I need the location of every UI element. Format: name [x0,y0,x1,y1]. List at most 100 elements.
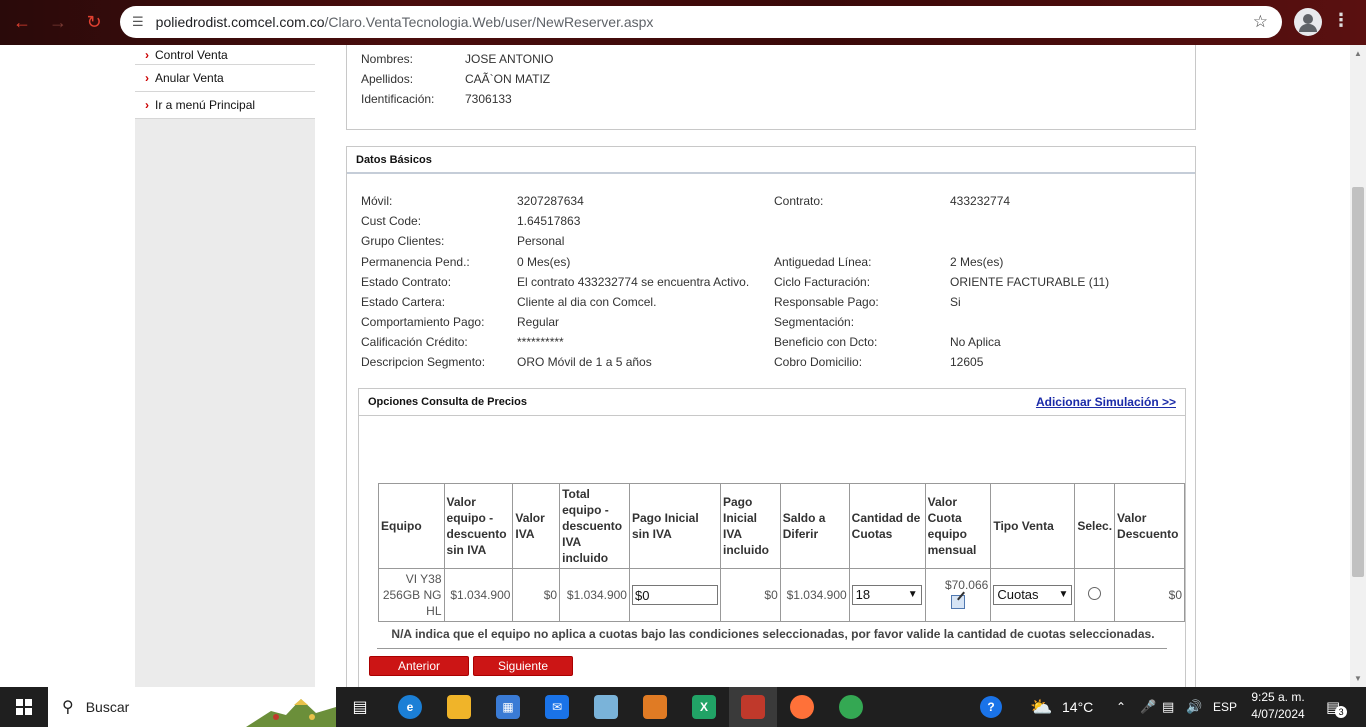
page-scrollbar[interactable]: ▲ ▼ [1350,45,1366,687]
language-indicator[interactable]: ESP [1213,687,1237,727]
notes-app-icon[interactable] [594,695,618,719]
basic-field-label: Grupo Clientes: [361,234,445,248]
network-icon[interactable]: ▤ [1162,687,1174,727]
url-host: poliedrodist.comcel.com.co [155,14,325,30]
file-explorer-icon[interactable] [447,695,471,719]
edge-browser-icon[interactable]: e [398,695,422,719]
app-orange-icon[interactable] [643,695,667,719]
cell-valor-cuota: $70.066 [924,568,992,622]
address-bar[interactable]: ☰ poliedrodist.comcel.com.co/Claro.Venta… [120,6,1282,38]
basic-field-value: 1.64517863 [517,214,581,228]
price-table: Equipo Valor equipo - descuento sin IVA … [378,483,1185,622]
basic-field-value: 3207287634 [517,194,584,208]
search-icon: ⚲ [62,699,74,716]
basic-field-value: 2 Mes(es) [950,255,1004,269]
col-header-valor-cuota: Valor Cuota equipo mensual [924,483,992,569]
task-view-icon[interactable]: ▤ [348,695,372,719]
sidebar-item-label: Control Venta [155,47,228,62]
col-header-valor-iva: Valor IVA [512,483,561,569]
chevron-right-icon: › [145,71,149,85]
basic-field-label: Descripcion Segmento: [361,355,486,369]
system-clock[interactable]: 9:25 a. m. 4/07/2024 [1240,689,1316,723]
basic-field-value: ORO Móvil de 1 a 5 años [517,355,652,369]
select-radio[interactable] [1088,586,1102,600]
help-icon[interactable]: ? [980,687,1002,727]
apellidos-value: CAÃ`ON MATIZ [465,72,551,86]
basic-field-value: Regular [517,315,560,329]
tipo-venta-select[interactable]: Cuotas ▼ [993,585,1073,605]
sidebar-item-anular-venta[interactable]: › Anular Venta [135,65,315,92]
chevron-down-icon: ▼ [907,589,918,600]
price-options-panel: Opciones Consulta de Precios Adicionar S… [358,388,1186,687]
basic-field-label: Comportamiento Pago: [361,315,485,329]
sidebar: › Control Venta › Anular Venta › Ir a me… [135,45,315,687]
cell-tipo-venta: Cuotas ▼ [990,568,1076,622]
weather-temp[interactable]: 14°C [1062,687,1093,727]
basic-field-value: 0 Mes(es) [517,255,571,269]
tray-expand-icon[interactable]: ⌃ [1116,687,1126,727]
scroll-up-arrow-icon[interactable]: ▲ [1354,49,1362,58]
basic-data-title: Datos Básicos [347,147,1195,174]
basic-field-label: Estado Contrato: [361,275,452,289]
page-viewport: › Control Venta › Anular Venta › Ir a me… [0,45,1366,687]
profile-avatar-icon[interactable] [1294,8,1322,36]
mail-icon[interactable]: ✉ [545,695,569,719]
siguiente-button[interactable]: Siguiente [473,656,573,676]
col-header-tipo-venta: Tipo Venta [990,483,1076,569]
col-header-cantidad-cuotas: Cantidad de Cuotas [848,483,926,569]
cell-pago-inicial-iva: $0 [719,568,781,622]
pago-inicial-input[interactable] [631,585,718,605]
col-header-total-equipo: Total equipo - descuento IVA incluido [559,483,630,569]
basic-field-value: 433232774 [950,194,1011,208]
valor-cuota-value: $70.066 [944,578,989,592]
sidebar-item-menu-principal[interactable]: › Ir a menú Principal [135,92,315,119]
add-simulation-link[interactable]: Adicionar Simulación >> [1036,395,1176,409]
notification-count: 3 [1335,706,1348,718]
microphone-icon[interactable]: 🎤 [1140,687,1156,727]
speaker-icon[interactable]: 🔊 [1186,687,1202,727]
windows-logo-icon [16,699,32,715]
col-header-valor-descuento: Valor Descuento [1114,483,1185,569]
site-settings-icon[interactable]: ☰ [132,14,144,30]
basic-field-label: Cust Code: [361,214,422,228]
price-options-title: Opciones Consulta de Precios [368,396,527,408]
cantidad-cuotas-value: 18 [855,587,871,602]
forward-arrow-icon[interactable]: → [44,9,72,37]
chevron-right-icon: › [145,47,149,62]
weather-icon[interactable]: ⛅ [1030,687,1052,727]
basic-field-label: Calificación Crédito: [361,335,468,349]
chrome-icon[interactable] [839,695,863,719]
cell-valor-descuento: $0 [1114,568,1185,622]
edit-note-icon[interactable] [950,595,965,609]
identificacion-label: Identificación: [361,92,435,106]
reload-icon[interactable]: ↻ [80,9,108,37]
apellidos-label: Apellidos: [361,72,414,86]
sidebar-item-control-venta[interactable]: › Control Venta [135,45,315,65]
scroll-down-arrow-icon[interactable]: ▼ [1354,674,1362,683]
basic-field-label: Móvil: [361,194,393,208]
browser-menu-icon[interactable]: ⋮ [1332,10,1350,31]
anterior-button[interactable]: Anterior [369,656,469,676]
cantidad-cuotas-select[interactable]: 18 ▼ [851,585,922,605]
excel-icon[interactable]: X [692,695,716,719]
main-content: Nombres: JOSE ANTONIO Apellidos: CAÃ`ON … [315,45,1350,687]
col-header-pago-inicial-sin-iva: Pago Inicial sin IVA [628,483,721,569]
start-button[interactable] [0,687,48,727]
bookmark-star-icon[interactable]: ☆ [1253,12,1268,32]
notifications-icon[interactable]: ▤ 3 [1326,687,1348,727]
nombres-label: Nombres: [361,52,414,66]
scroll-thumb[interactable] [1352,187,1364,577]
firefox-icon[interactable] [790,695,814,719]
back-arrow-icon[interactable]: ← [8,9,36,37]
basic-field-value: ORIENTE FACTURABLE (11) [950,275,1110,289]
cell-valor-iva: $0 [512,568,561,622]
taskbar-search[interactable]: ⚲ Buscar [48,687,336,727]
microsoft-store-icon[interactable]: ▦ [496,695,520,719]
basic-field-label: Beneficio con Dcto: [774,335,878,349]
basic-field-value: Personal [517,234,565,248]
identificacion-value: 7306133 [465,92,512,106]
col-header-selec: Selec. [1074,483,1116,569]
browser-toolbar: ← → ↻ ☰ poliedrodist.comcel.com.co/Claro… [0,0,1366,45]
active-app-icon[interactable] [741,695,765,719]
basic-field-value: 12605 [950,355,984,369]
